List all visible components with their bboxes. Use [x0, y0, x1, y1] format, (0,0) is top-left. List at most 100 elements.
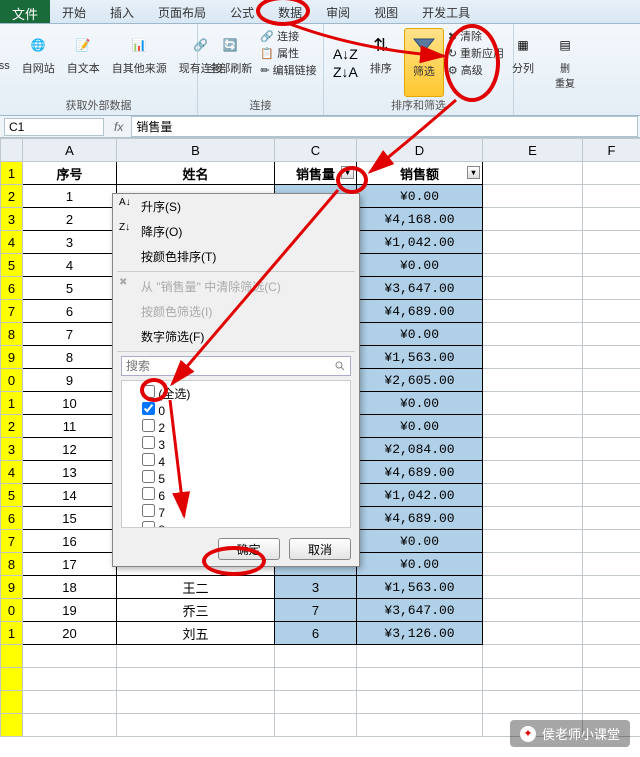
sort-by-color[interactable]: 按颜色排序(T): [113, 244, 359, 269]
row-head[interactable]: 1: [1, 162, 23, 185]
cell[interactable]: [483, 254, 583, 277]
row-head[interactable]: [1, 668, 23, 691]
sort-desc[interactable]: Z↓降序(O): [113, 219, 359, 244]
cell[interactable]: ¥3,647.00: [357, 599, 483, 622]
filter-checkbox[interactable]: [142, 436, 155, 449]
cell[interactable]: 16: [23, 530, 117, 553]
cell[interactable]: [23, 714, 117, 737]
filter-option[interactable]: 3: [142, 436, 346, 453]
cell[interactable]: [275, 691, 357, 714]
cell[interactable]: [583, 599, 640, 622]
btn-other[interactable]: 📊自其他来源: [108, 28, 171, 97]
btn-web[interactable]: 🌐自网站: [18, 28, 59, 97]
cell[interactable]: ¥4,689.00: [357, 507, 483, 530]
cell[interactable]: [357, 668, 483, 691]
cell[interactable]: [583, 162, 640, 185]
row-head[interactable]: 4: [1, 461, 23, 484]
cell[interactable]: ¥1,563.00: [357, 576, 483, 599]
row-head[interactable]: 0: [1, 369, 23, 392]
row-head[interactable]: 1: [1, 622, 23, 645]
cell[interactable]: [483, 691, 583, 714]
cell[interactable]: ¥3,647.00: [357, 277, 483, 300]
filter-option[interactable]: (全选): [142, 385, 346, 402]
cell[interactable]: [483, 392, 583, 415]
sort-asc[interactable]: A↓升序(S): [113, 194, 359, 219]
btn-connections[interactable]: 🔗连接: [260, 28, 316, 44]
cell[interactable]: [483, 346, 583, 369]
cell[interactable]: [483, 323, 583, 346]
row-head[interactable]: 7: [1, 300, 23, 323]
cell[interactable]: ¥4,168.00: [357, 208, 483, 231]
filter-checkbox[interactable]: [142, 453, 155, 466]
tab-home[interactable]: 开始: [50, 0, 98, 23]
filter-dropdown-d[interactable]: ▾: [467, 166, 480, 179]
number-filters[interactable]: 数字筛选(F): [113, 324, 359, 349]
filter-option[interactable]: 2: [142, 419, 346, 436]
btn-refresh-all[interactable]: 🔄全部刷新: [204, 28, 256, 97]
cell[interactable]: [483, 438, 583, 461]
cell[interactable]: [583, 231, 640, 254]
filter-checkbox[interactable]: [142, 385, 155, 398]
cell[interactable]: [483, 461, 583, 484]
cell[interactable]: 4: [23, 254, 117, 277]
cell[interactable]: [483, 553, 583, 576]
cell[interactable]: [483, 415, 583, 438]
cell[interactable]: [583, 346, 640, 369]
row-head[interactable]: 8: [1, 323, 23, 346]
filter-checkbox[interactable]: [142, 504, 155, 517]
cell[interactable]: 8: [23, 346, 117, 369]
filter-values-tree[interactable]: (全选) 0 2 3 4 5 6 7 8 9 (空白): [121, 380, 351, 528]
cell[interactable]: [583, 369, 640, 392]
cell[interactable]: 14: [23, 484, 117, 507]
formula-input[interactable]: 销售量: [131, 116, 638, 137]
filter-option[interactable]: 8: [142, 521, 346, 528]
row-head[interactable]: 7: [1, 530, 23, 553]
cell[interactable]: [275, 668, 357, 691]
row-head[interactable]: 2: [1, 415, 23, 438]
tab-view[interactable]: 视图: [362, 0, 410, 23]
btn-properties[interactable]: 📋属性: [260, 45, 316, 61]
row-head[interactable]: 0: [1, 599, 23, 622]
select-all[interactable]: [1, 139, 23, 162]
cell[interactable]: [583, 645, 640, 668]
cell[interactable]: [583, 576, 640, 599]
btn-reapply[interactable]: ↻重新应用: [448, 45, 504, 61]
filter-option[interactable]: 0: [142, 402, 346, 419]
cell[interactable]: 乔三: [117, 599, 275, 622]
filter-option[interactable]: 5: [142, 470, 346, 487]
row-head[interactable]: 8: [1, 553, 23, 576]
row-head[interactable]: 1: [1, 392, 23, 415]
cell[interactable]: [357, 645, 483, 668]
cell[interactable]: 15: [23, 507, 117, 530]
sort-az-icon[interactable]: A↓Z: [333, 46, 358, 62]
cell[interactable]: 6: [275, 622, 357, 645]
btn-text[interactable]: 📝自文本: [63, 28, 104, 97]
row-head[interactable]: 3: [1, 208, 23, 231]
cell[interactable]: 10: [23, 392, 117, 415]
cell[interactable]: ¥2,605.00: [357, 369, 483, 392]
btn-clear-filter[interactable]: ✖清除: [448, 28, 504, 44]
header-a[interactable]: 序号: [23, 162, 117, 185]
filter-search[interactable]: [121, 356, 351, 376]
row-head[interactable]: [1, 714, 23, 737]
cell[interactable]: [583, 507, 640, 530]
cell[interactable]: [583, 438, 640, 461]
col-D[interactable]: D: [357, 139, 483, 162]
col-A[interactable]: A: [23, 139, 117, 162]
cell[interactable]: 11: [23, 415, 117, 438]
header-c[interactable]: 销售量▾: [275, 162, 357, 185]
cell[interactable]: ¥0.00: [357, 254, 483, 277]
cell[interactable]: [483, 162, 583, 185]
cell[interactable]: [483, 507, 583, 530]
row-head[interactable]: 2: [1, 185, 23, 208]
col-E[interactable]: E: [483, 139, 583, 162]
row-head[interactable]: 6: [1, 507, 23, 530]
filter-checkbox[interactable]: [142, 470, 155, 483]
cell[interactable]: [583, 254, 640, 277]
cell[interactable]: ¥1,042.00: [357, 484, 483, 507]
cell[interactable]: [483, 599, 583, 622]
cell[interactable]: 6: [23, 300, 117, 323]
row-head[interactable]: 5: [1, 254, 23, 277]
cell[interactable]: [583, 323, 640, 346]
cell[interactable]: 5: [23, 277, 117, 300]
